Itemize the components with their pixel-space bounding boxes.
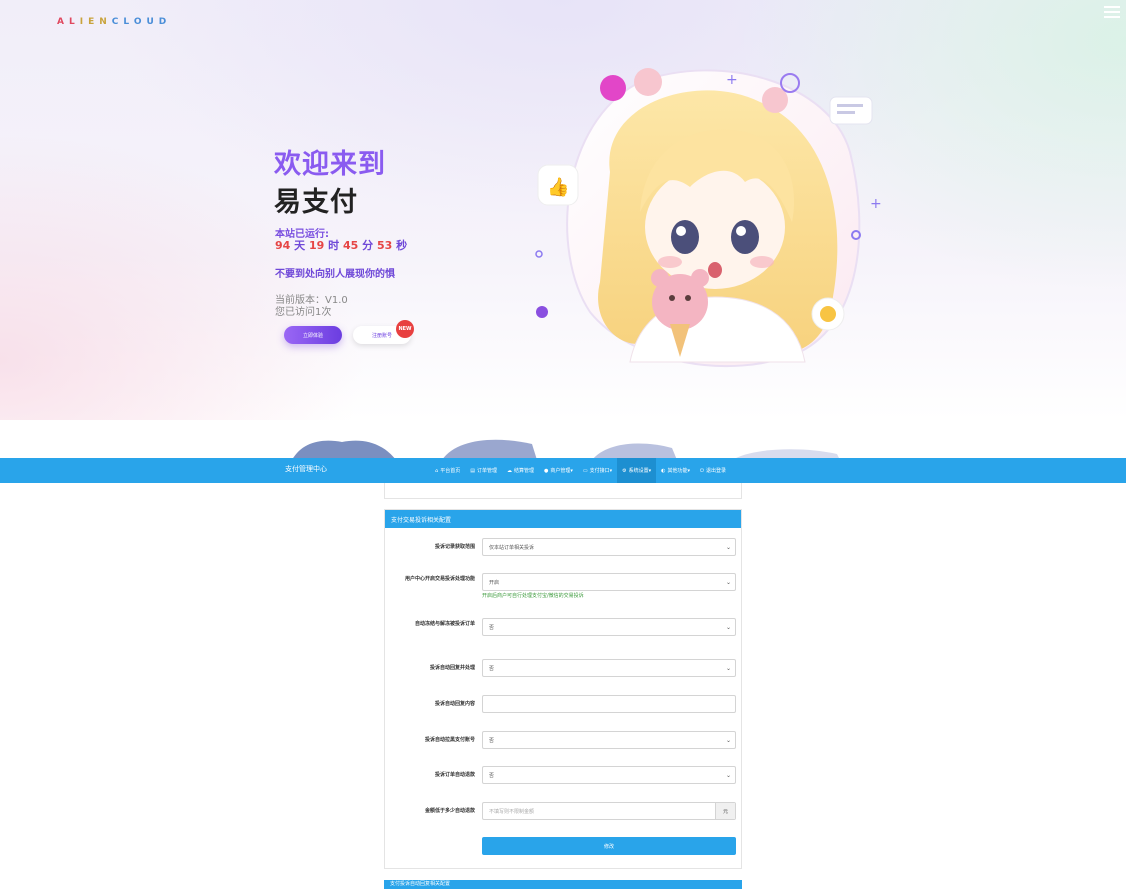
chevron-down-icon: ⌄ xyxy=(725,665,731,672)
hero-banner: ALIENCLOUD 欢迎来到 易支付 本站已运行: 94 天 19 时 45 … xyxy=(0,0,1126,420)
panel-title: 支付交易投诉相关配置 xyxy=(385,510,741,528)
nav-item-payment-interface[interactable]: ▭ 支付接口▾ xyxy=(578,458,617,483)
svg-text:+: + xyxy=(726,72,738,88)
complaint-config-panel: 支付交易投诉相关配置 投诉记录获取范围 仅本站订单相关投诉 ⌄ 用户中心开启交易投… xyxy=(384,509,742,869)
nav-menu: ⌂ 平台首页 ▤ 订单管理 ☁ 结算管理 ● 商户管理▾ ▭ 支付接口▾ ⚙ 系统设置▾ ◐… xyxy=(430,458,731,483)
nav-item-home[interactable]: ⌂ 平台首页 xyxy=(430,458,465,483)
chevron-down-icon: ⌄ xyxy=(725,579,731,586)
refund-threshold-input[interactable]: 不填写则不限制金额元 xyxy=(482,802,736,820)
auto-reply-content-input[interactable] xyxy=(482,695,736,713)
field-hint: 开启后商户可自行处理支付宝/微信的交易投诉 xyxy=(482,593,584,599)
home-icon: ⌂ xyxy=(435,467,439,474)
top-navbar: 支付管理中心 ⌂ 平台首页 ▤ 订单管理 ☁ 结算管理 ● 商户管理▾ ▭ 支付接口▾ ⚙… xyxy=(0,458,1126,483)
gear-icon: ⚙ xyxy=(622,467,627,474)
auto-reply-select[interactable]: 否 ⌄ xyxy=(482,659,736,677)
anime-girl-illustration: 👍 + + xyxy=(535,68,882,368)
complaint-scope-select[interactable]: 仅本站订单相关投诉 ⌄ xyxy=(482,538,736,556)
user-icon: ● xyxy=(543,467,549,474)
auto-freeze-select[interactable]: 否 ⌄ xyxy=(482,618,736,636)
field-label: 投诉记录获取范围 xyxy=(434,544,475,550)
visit-count-text: 您已访问1次 xyxy=(275,307,332,318)
auto-blacklist-select[interactable]: 否 ⌄ xyxy=(482,731,736,749)
nav-item-merchants[interactable]: ● 商户管理▾ xyxy=(539,458,578,483)
nav-item-other[interactable]: ◐ 其他功能▾ xyxy=(656,458,695,483)
nav-item-system-settings[interactable]: ⚙ 系统设置▾ xyxy=(617,458,657,483)
experience-button[interactable]: 立即体验 xyxy=(284,326,342,344)
runtime-counter: 94 天 19 时 45 分 53 秒 xyxy=(275,239,408,252)
nav-item-settlement[interactable]: ☁ 结算管理 xyxy=(502,458,539,483)
next-panel-title: 支付投诉自动回复相关配置 xyxy=(384,880,742,889)
nav-item-logout[interactable]: ⏻ 退出登录 xyxy=(695,458,731,483)
site-name-heading: 易支付 xyxy=(274,187,358,218)
chevron-down-icon: ⌄ xyxy=(725,624,731,631)
currency-addon: 元 xyxy=(715,803,735,819)
user-complaint-handling-select[interactable]: 开启 ⌄ xyxy=(482,573,736,591)
chevron-down-icon: ⌄ xyxy=(725,737,731,744)
field-label: 用户中心开启交易投诉处理功能 xyxy=(404,576,475,582)
field-label: 自动冻结与解冻被投诉订单 xyxy=(414,621,475,627)
auto-refund-select[interactable]: 否 ⌄ xyxy=(482,766,736,784)
svg-text:+: + xyxy=(870,196,882,212)
peeking-illustrations xyxy=(292,439,840,460)
welcome-heading: 欢迎来到 xyxy=(274,149,386,180)
submit-button[interactable]: 修改 xyxy=(482,837,736,855)
field-label: 投诉自动回复并处理 xyxy=(429,665,475,671)
field-label: 投诉自动拉黑支付账号 xyxy=(424,737,475,743)
previous-panel xyxy=(384,483,742,499)
power-icon: ⏻ xyxy=(700,467,704,474)
nav-brand[interactable]: 支付管理中心 xyxy=(285,464,327,474)
menu-icon[interactable] xyxy=(1104,6,1120,18)
motto-text: 不要到处向别人展现你的惧 xyxy=(275,269,395,280)
field-label: 投诉订单自动退款 xyxy=(434,772,475,778)
new-badge: NEW xyxy=(396,320,414,338)
list-icon: ▤ xyxy=(470,467,475,474)
nav-item-orders[interactable]: ▤ 订单管理 xyxy=(465,458,502,483)
globe-icon: ◐ xyxy=(661,467,666,474)
card-icon: ▭ xyxy=(582,467,588,474)
brand-logo[interactable]: ALIENCLOUD xyxy=(57,17,171,27)
svg-text:👍: 👍 xyxy=(547,176,569,198)
field-label: 金额低于多少自动退款 xyxy=(424,808,475,814)
chevron-down-icon: ⌄ xyxy=(725,772,731,779)
cloud-icon: ☁ xyxy=(506,467,512,474)
chevron-down-icon: ⌄ xyxy=(725,544,731,551)
field-label: 投诉自动回复内容 xyxy=(434,701,475,707)
